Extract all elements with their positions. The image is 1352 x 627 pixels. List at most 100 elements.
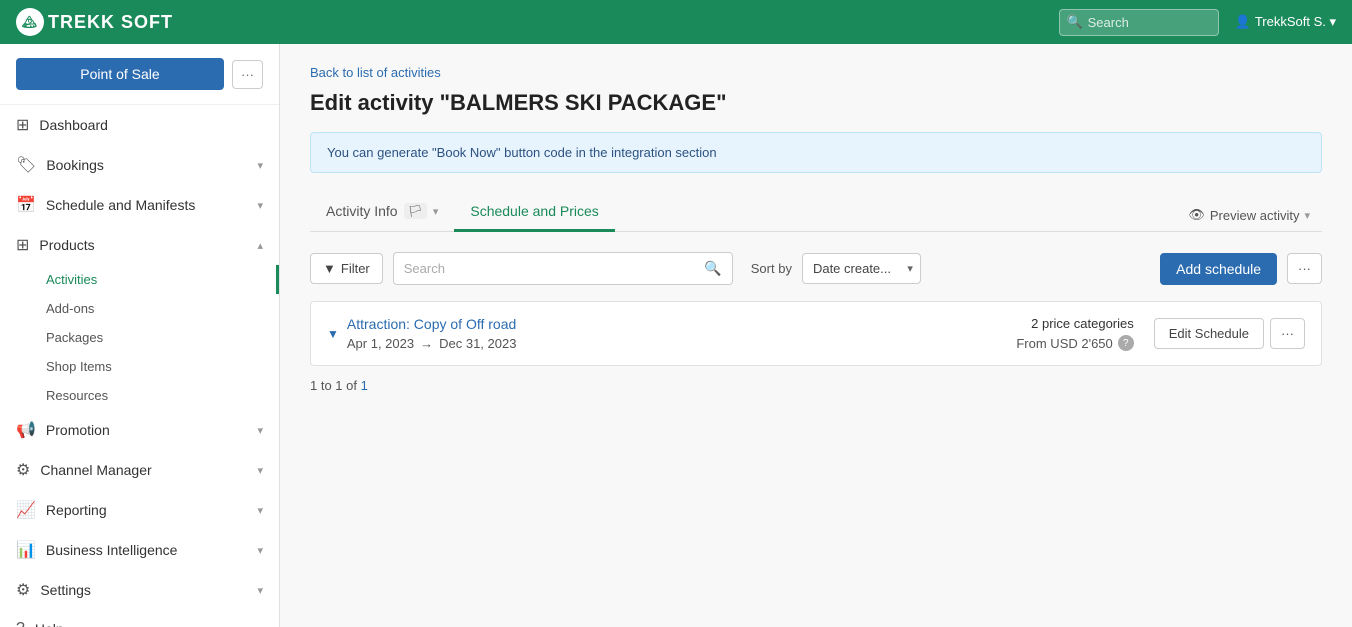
schedule-more-button[interactable]: ··· <box>1270 318 1305 349</box>
tab-label: Activity Info <box>326 203 398 219</box>
add-schedule-button[interactable]: Add schedule <box>1160 253 1277 285</box>
pagination-total[interactable]: 1 <box>361 378 368 393</box>
chevron-down-icon: ▾ <box>257 504 263 517</box>
eye-icon: 👁 <box>1188 207 1205 223</box>
sidebar-item-dashboard[interactable]: ⊞ Dashboard <box>0 105 279 145</box>
preview-button-label: Preview activity <box>1210 208 1300 223</box>
submenu-item-shop-items[interactable]: Shop Items <box>46 352 279 381</box>
sidebar-item-label: Dashboard <box>39 117 108 133</box>
help-icon: ? <box>16 620 25 627</box>
preview-activity-button[interactable]: 👁 Preview activity ▾ <box>1176 199 1322 231</box>
pos-more-button[interactable]: ··· <box>232 60 263 89</box>
chevron-up-icon: ▴ <box>257 239 263 252</box>
edit-schedule-button[interactable]: Edit Schedule <box>1154 318 1264 349</box>
price-from: From USD 2'650 ? <box>1016 335 1133 351</box>
sidebar-item-label: Promotion <box>46 422 110 438</box>
user-menu[interactable]: 👤 TrekkSoft S. ▾ <box>1235 14 1336 30</box>
filter-icon: ▼ <box>323 261 336 276</box>
sidebar-item-settings[interactable]: ⚙ Settings ▾ <box>0 570 279 610</box>
schedule-search-input[interactable] <box>404 261 699 276</box>
schedule-info: Attraction: Copy of Off road Apr 1, 2023… <box>347 316 1016 351</box>
toolbar-more-button[interactable]: ··· <box>1287 253 1322 284</box>
chevron-down-icon: ▾ <box>257 464 263 477</box>
help-icon[interactable]: ? <box>1118 335 1134 351</box>
user-icon: 👤 <box>1235 14 1251 30</box>
settings-icon: ⚙ <box>16 580 30 600</box>
channel-manager-icon: ⚙ <box>16 460 30 480</box>
sort-wrapper: Date create... ▾ <box>802 253 921 284</box>
schedule-date: Apr 1, 2023 → Dec 31, 2023 <box>347 336 1016 351</box>
pos-btn-row: Point of Sale ··· <box>0 44 279 105</box>
submenu-item-packages[interactable]: Packages <box>46 323 279 352</box>
sidebar-item-label: Business Intelligence <box>46 542 178 558</box>
top-search-input[interactable] <box>1059 9 1219 36</box>
sidebar-item-channel-manager[interactable]: ⚙ Channel Manager ▾ <box>0 450 279 490</box>
submenu-item-activities[interactable]: Activities <box>46 265 279 294</box>
products-icon: ⊞ <box>16 235 29 255</box>
sort-label: Sort by <box>751 261 792 276</box>
back-link[interactable]: Back to list of activities <box>310 65 441 80</box>
schedule-icon: 📅 <box>16 195 36 215</box>
schedule-row: ▼ Attraction: Copy of Off road Apr 1, 20… <box>310 301 1322 366</box>
tab-flag: 🏳 <box>404 203 427 219</box>
chevron-down-icon: ▾ <box>257 159 263 172</box>
sidebar-item-label: Bookings <box>46 157 104 173</box>
bookings-icon: 🏷 <box>16 155 36 175</box>
filter-button[interactable]: ▼ Filter <box>310 253 383 284</box>
chevron-down-icon: ▾ <box>257 544 263 557</box>
date-from: Apr 1, 2023 <box>347 336 414 351</box>
sidebar-item-help[interactable]: ? Help ▾ <box>0 610 279 627</box>
dashboard-icon: ⊞ <box>16 115 29 135</box>
submenu-item-add-ons[interactable]: Add-ons <box>46 294 279 323</box>
schedule-price-info: 2 price categories From USD 2'650 ? <box>1016 316 1133 351</box>
chevron-down-icon: ▾ <box>257 623 263 627</box>
top-search-wrapper: 🔍 <box>1059 9 1219 36</box>
search-field[interactable]: 🔍 <box>393 252 733 285</box>
tab-label: Schedule and Prices <box>470 203 598 219</box>
chevron-down-icon: ▾ <box>257 584 263 597</box>
info-banner: You can generate "Book Now" button code … <box>310 132 1322 173</box>
logo: 🏔 TREKK SOFT <box>16 8 173 36</box>
toolbar: ▼ Filter 🔍 Sort by Date create... ▾ Add … <box>310 252 1322 285</box>
search-icon: 🔍 <box>704 260 721 277</box>
page-title: Edit activity "BALMERS SKI PACKAGE" <box>310 90 1322 116</box>
pagination-info: 1 to 1 of 1 <box>310 378 1322 393</box>
sidebar-item-label: Products <box>39 237 94 253</box>
sidebar: Point of Sale ··· ⊞ Dashboard 🏷 Bookings… <box>0 44 280 627</box>
bi-icon: 📊 <box>16 540 36 560</box>
schedule-name[interactable]: Attraction: Copy of Off road <box>347 316 1016 332</box>
top-nav: 🏔 TREKK SOFT 🔍 👤 TrekkSoft S. ▾ <box>0 0 1352 44</box>
sidebar-item-label: Channel Manager <box>40 462 151 478</box>
sidebar-item-label: Help <box>35 621 64 627</box>
expand-icon[interactable]: ▼ <box>327 327 339 341</box>
sidebar-item-business-intelligence[interactable]: 📊 Business Intelligence ▾ <box>0 530 279 570</box>
chevron-down-icon: ▾ <box>257 424 263 437</box>
submenu-item-resources[interactable]: Resources <box>46 381 279 410</box>
sidebar-item-bookings[interactable]: 🏷 Bookings ▾ <box>0 145 279 185</box>
products-submenu: Activities Add-ons Packages Shop Items R… <box>0 265 279 410</box>
sidebar-item-reporting[interactable]: 📈 Reporting ▾ <box>0 490 279 530</box>
chevron-down-icon: ▾ <box>433 205 439 218</box>
sidebar-item-label: Schedule and Manifests <box>46 197 195 213</box>
arrow-icon: → <box>420 336 433 351</box>
top-nav-right: 🔍 👤 TrekkSoft S. ▾ <box>1059 9 1336 36</box>
logo-text: TREKK SOFT <box>48 12 173 33</box>
sidebar-item-schedule-manifests[interactable]: 📅 Schedule and Manifests ▾ <box>0 185 279 225</box>
sidebar-item-promotion[interactable]: 📢 Promotion ▾ <box>0 410 279 450</box>
pagination-text: 1 to 1 of <box>310 378 357 393</box>
chevron-down-icon: ▾ <box>257 199 263 212</box>
logo-icon: 🏔 <box>16 8 44 36</box>
sidebar-item-label: Reporting <box>46 502 107 518</box>
reporting-icon: 📈 <box>16 500 36 520</box>
tab-activity-info[interactable]: Activity Info 🏳 ▾ <box>310 193 454 232</box>
main-content: Back to list of activities Edit activity… <box>280 44 1352 627</box>
pos-button[interactable]: Point of Sale <box>16 58 224 90</box>
tab-schedule-prices[interactable]: Schedule and Prices <box>454 193 614 232</box>
promotion-icon: 📢 <box>16 420 36 440</box>
price-value: From USD 2'650 <box>1016 336 1112 351</box>
filter-label: Filter <box>341 261 370 276</box>
sidebar-item-products[interactable]: ⊞ Products ▴ <box>0 225 279 265</box>
sort-select[interactable]: Date create... <box>802 253 921 284</box>
date-to: Dec 31, 2023 <box>439 336 516 351</box>
sidebar-item-label: Settings <box>40 582 91 598</box>
